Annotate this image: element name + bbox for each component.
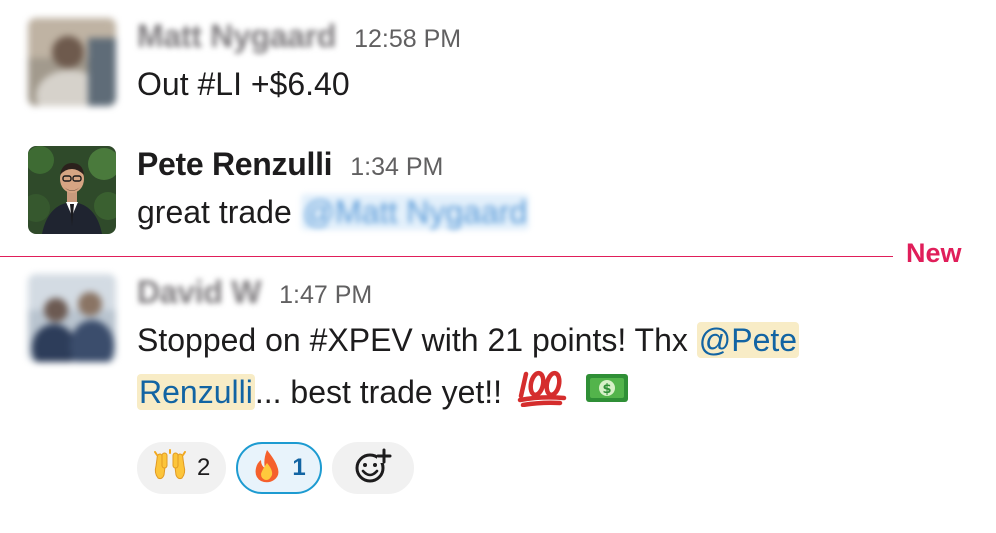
message-header: Pete Renzulli 1:34 PM <box>137 146 987 186</box>
svg-text:$: $ <box>602 382 611 397</box>
message-header: Matt Nygaard 12:58 PM <box>137 18 987 58</box>
add-emoji-icon <box>353 447 393 490</box>
fire-icon <box>252 449 282 488</box>
sender-name[interactable]: Pete Renzulli <box>137 146 333 183</box>
raising-hands-icon <box>153 448 187 488</box>
avatar[interactable] <box>28 18 116 106</box>
reaction-fire[interactable]: 1 <box>236 442 322 494</box>
message-content: Matt Nygaard 12:58 PM Out #LI +$6.40 <box>137 18 987 110</box>
message-text: Renzulli... best trade yet!! $ <box>137 366 987 422</box>
timestamp[interactable]: 1:47 PM <box>279 281 372 310</box>
sender-name[interactable]: Matt Nygaard <box>137 18 336 55</box>
dollar-banknote-icon: $ <box>584 369 630 421</box>
avatar[interactable] <box>28 274 116 362</box>
user-mention[interactable]: Renzulli <box>137 374 255 410</box>
message-content: David W 1:47 PM Stopped on #XPEV with 21… <box>137 274 987 494</box>
message-text-part: ... best trade yet!! <box>254 374 503 410</box>
message-text-part: great trade <box>137 194 292 230</box>
message-header: David W 1:47 PM <box>137 274 987 314</box>
message-text: Out #LI +$6.40 <box>137 66 350 102</box>
message-content: Pete Renzulli 1:34 PM great trade @Matt … <box>137 146 987 238</box>
add-reaction-button[interactable] <box>331 442 414 494</box>
message-text: Stopped on #XPEV with 21 points! Thx @Pe… <box>137 314 987 366</box>
user-mention[interactable]: @Pete <box>696 322 800 358</box>
reaction-count: 2 <box>197 454 211 481</box>
user-mention[interactable]: @Matt Nygaard <box>300 194 530 230</box>
sender-name[interactable]: David W <box>137 274 261 311</box>
reactions-bar: 2 1 <box>137 442 414 494</box>
timestamp[interactable]: 12:58 PM <box>354 25 461 54</box>
message-text-part: Stopped on #XPEV with 21 points! Thx <box>137 322 697 358</box>
reaction-raising-hands[interactable]: 2 <box>137 442 227 494</box>
new-messages-label: New <box>906 238 962 268</box>
100-emoji-icon <box>517 367 569 422</box>
avatar[interactable] <box>28 146 116 234</box>
timestamp[interactable]: 1:34 PM <box>350 153 443 182</box>
message-text: great trade @Matt Nygaard <box>137 186 987 238</box>
message-list: Matt Nygaard 12:58 PM Out #LI +$6.40 Pet… <box>0 0 996 533</box>
reaction-count: 1 <box>292 454 306 481</box>
new-messages-divider <box>0 256 893 257</box>
